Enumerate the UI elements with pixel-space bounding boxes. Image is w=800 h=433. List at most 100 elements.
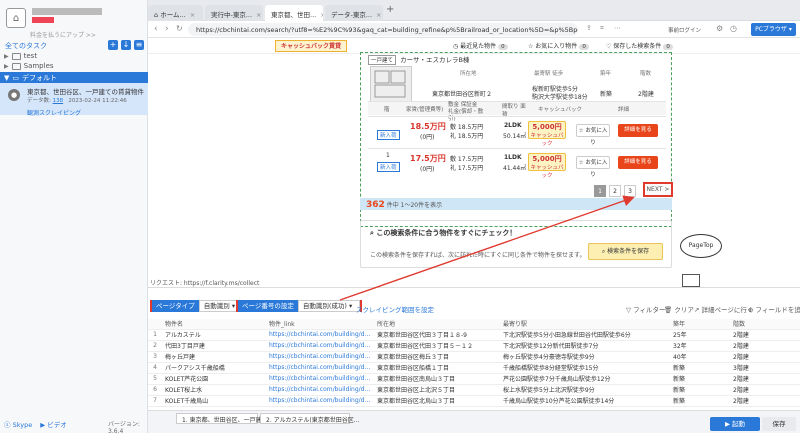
cell-name: 代田3丁目戸建 — [162, 340, 266, 352]
table-header-row: 物件名 物件_link 所在地 最寄り駅 築年 階数 — [148, 319, 800, 330]
save-button[interactable]: 保存 — [762, 417, 796, 431]
save-search-label: 検索条件を保存 — [607, 248, 650, 255]
page-number-select[interactable]: 自動識別(成功) ▾ — [297, 300, 360, 312]
folder-item-default[interactable]: ▼ ▭ デフォルト — [0, 72, 148, 83]
cell-index: 3 — [148, 351, 162, 363]
cell-floors: 2階建 — [730, 395, 800, 407]
col-header-floors: 階数 — [640, 71, 652, 77]
col-floors[interactable]: 階数 — [730, 319, 800, 330]
site-logo[interactable]: キャッシュバック賃貸 — [275, 40, 347, 52]
code-icon[interactable]: ⋯ — [614, 24, 621, 32]
page-type-label: ページタイプ — [152, 300, 199, 312]
start-button[interactable]: ▶ 起動 — [710, 417, 760, 431]
cell-link[interactable]: https://cbchintai.com/building/detail/bd… — [266, 351, 374, 363]
building-floorplan-image[interactable] — [370, 66, 412, 102]
share-icon[interactable]: ⇪ — [586, 24, 592, 32]
favorites-link[interactable]: ☆ お気に入り物件 0 — [528, 41, 589, 51]
table-row[interactable]: 6 KOLET桜上水 https://cbchintai.com/building/… — [148, 384, 800, 396]
cell-index: 4 — [148, 362, 162, 374]
table-row[interactable]: 1 アルカステル https://cbchintai.com/building/de… — [148, 329, 800, 341]
close-icon[interactable]: × — [376, 11, 381, 19]
close-icon[interactable]: × — [320, 11, 323, 19]
cell-age: 32年 — [670, 340, 730, 352]
close-icon[interactable]: × — [256, 11, 261, 19]
tab-current-page[interactable]: 東京都、世田... × — [265, 5, 323, 21]
recent-viewed-link[interactable]: ◷ 最近見た物件 0 — [453, 41, 508, 51]
skype-link[interactable]: ⓢ Skype — [4, 419, 32, 429]
favorite-button[interactable]: ☆ お気に入り — [576, 156, 610, 178]
folder-icon — [11, 52, 21, 60]
detail-button[interactable]: 詳細を見る — [618, 124, 658, 137]
folder-item-test[interactable]: ▶ test — [4, 51, 37, 61]
detail-button[interactable]: 詳細を見る — [618, 156, 658, 169]
saved-search-link[interactable]: ♡ 保存した検索条件 0 — [606, 41, 673, 51]
nav-label: お気に入り物件 — [535, 43, 578, 50]
back-icon[interactable]: ‹ — [154, 24, 158, 34]
cloud-scrape-link[interactable]: 観測スクレイピング — [27, 108, 81, 117]
forward-icon[interactable]: › — [165, 24, 169, 34]
chevron-right-icon: ▶ — [4, 52, 9, 60]
cell-link[interactable]: https://cbchintai.com/building/detail/bd… — [266, 329, 374, 341]
page-2[interactable]: 2 — [609, 185, 621, 197]
page-1[interactable]: 1 — [594, 185, 606, 197]
upgrade-link[interactable]: 料金を払うにアップ >> — [30, 30, 96, 39]
col-name[interactable]: 物件名 — [162, 319, 266, 330]
close-icon[interactable]: × — [190, 11, 195, 19]
new-tab-icon[interactable]: + — [386, 4, 394, 15]
settings-icon[interactable]: ⚙ — [716, 24, 723, 33]
page-3[interactable]: 3 — [624, 185, 636, 197]
workflow-step-2[interactable]: 2. アルカステル(東京都世田谷区... — [260, 413, 359, 424]
tab-data[interactable]: データ-東京... × — [325, 5, 383, 21]
tab-running[interactable]: 実行中-東京... × — [205, 5, 263, 21]
reload-icon[interactable]: ↻ — [176, 24, 183, 33]
clear-button[interactable]: 🗑 クリア — [664, 304, 694, 314]
folder-item-samples[interactable]: ▶ Samples — [4, 61, 54, 71]
building-name[interactable]: カーサ・エスカレラB棟 — [400, 56, 469, 64]
cell-link[interactable]: https://cbchintai.com/building/detail/bd… — [266, 362, 374, 374]
col-age[interactable]: 築年 — [670, 319, 730, 330]
table-row[interactable]: 2 代田3丁目戸建 https://cbchintai.com/building/d… — [148, 340, 800, 352]
favorite-button[interactable]: ☆ お気に入り — [576, 124, 610, 146]
table-row[interactable]: 5 KOLET芦花公園 https://cbchintai.com/building… — [148, 373, 800, 385]
task-menu-icon[interactable]: ≡ — [134, 40, 144, 50]
building-age: 新築 — [600, 91, 613, 98]
workflow-step-1[interactable]: 1. 東京都、世田谷区、一戸建ての... — [176, 413, 279, 424]
col-station[interactable]: 最寄り駅 — [500, 319, 670, 330]
scrape-range-link[interactable]: スクレイピング範囲を設定 — [356, 304, 434, 314]
mgmt-fee: (0円) — [420, 166, 435, 173]
new-folder-icon[interactable]: + — [108, 40, 118, 50]
cell-station: 下北沢駅徒歩5分小田急線世田谷代田駅徒歩6分 — [500, 329, 670, 341]
cell-link[interactable]: https://cbchintai.com/building/detail/bd… — [266, 384, 374, 396]
col-address[interactable]: 所在地 — [374, 319, 500, 330]
data-count-link[interactable]: 138 — [53, 98, 64, 104]
folder-label: Samples — [23, 62, 54, 70]
task-name[interactable]: 東京都、世田谷区、一戸建ての賃貸物件（... — [27, 86, 157, 96]
cell-link[interactable]: https://cbchintai.com/building/detail/bd… — [266, 340, 374, 352]
pc-browser-button[interactable]: PCブラウザ ▾ — [751, 23, 796, 36]
screenshot-icon[interactable]: ⌗ — [600, 24, 604, 33]
all-tasks-title[interactable]: 全てのタスク — [5, 41, 47, 51]
clock-icon[interactable]: ◷ — [730, 24, 737, 33]
next-page-button[interactable]: NEXT > — [643, 182, 673, 197]
col-link[interactable]: 物件_link — [266, 319, 374, 330]
detail-label: 詳細ページに行く — [701, 306, 754, 314]
url-field[interactable]: https://cbchintai.com/search/?utf8=%E2%9… — [188, 23, 578, 36]
result-range: 件中 1〜20件を表示 — [386, 202, 443, 209]
add-field-button[interactable]: ⊕ フィールドを追加 — [748, 304, 800, 314]
tab-home[interactable]: ⌂ ホーム... × — [148, 5, 203, 21]
cell-link[interactable]: https://cbchintai.com/building/detail/bd… — [266, 395, 374, 407]
left-sidebar: ⌂ 料金を払うにアップ >> 全てのタスク + ↓ ≡ ▶ test ▶ Sam… — [0, 0, 157, 433]
detail-page-button[interactable]: ↗ 詳細ページに行く — [694, 304, 753, 314]
table-row[interactable]: 3 梅ヶ丘戸建 https://cbchintai.com/building/det… — [148, 351, 800, 363]
cell-index: 5 — [148, 373, 162, 385]
cell-address: 東京都世田谷区代田３丁目５－１２ — [374, 340, 500, 352]
video-link[interactable]: ▶ ビデオ — [40, 419, 67, 429]
save-search-button[interactable]: ⌕ 検索条件を保存 — [588, 243, 663, 260]
cell-link[interactable]: https://cbchintai.com/building/detail/bd… — [266, 373, 374, 385]
import-icon[interactable]: ↓ — [121, 40, 131, 50]
table-row[interactable]: 4 パークアシス千歳船橋 https://cbchintai.com/buildin… — [148, 362, 800, 374]
filter-button[interactable]: ▽ フィルター — [626, 304, 665, 314]
page-top-button[interactable]: PageTop — [680, 234, 722, 258]
table-row[interactable]: 7 KOLET千歳烏山 https://cbchintai.com/building… — [148, 395, 800, 407]
pre-login-link[interactable]: 事前ログイン — [668, 26, 701, 34]
